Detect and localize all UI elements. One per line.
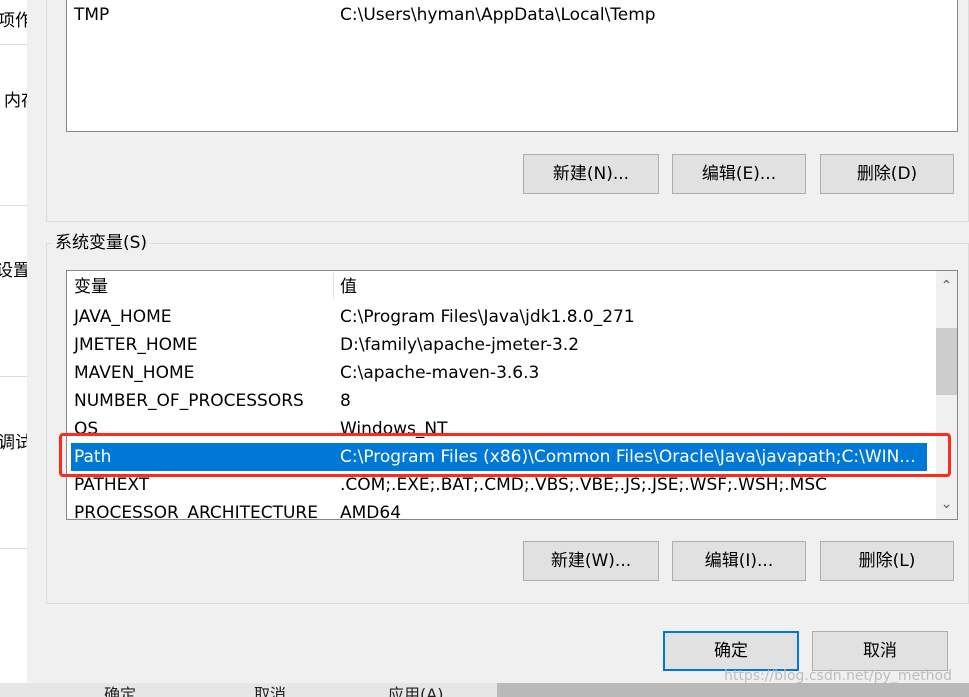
- bg-divider: [0, 376, 27, 377]
- table-row[interactable]: TMP C:\Users\hyman\AppData\Local\Temp: [67, 1, 957, 29]
- variable-value: C:\Program Files\Java\jdk1.8.0_271: [340, 307, 635, 327]
- bg-cancel-fragment: 取消: [254, 685, 287, 697]
- bg-ok-fragment: 确定: [104, 685, 137, 697]
- environment-variables-dialog: TMP C:\Users\hyman\AppData\Local\Temp 新建…: [27, 0, 969, 683]
- user-variables-list[interactable]: TMP C:\Users\hyman\AppData\Local\Temp: [66, 0, 958, 132]
- bg-text-fragment: 内存: [4, 91, 27, 111]
- variable-name: NUMBER_OF_PROCESSORS: [74, 391, 304, 411]
- table-row[interactable]: JAVA_HOME C:\Program Files\Java\jdk1.8.0…: [67, 303, 937, 331]
- user-delete-button[interactable]: 删除(D): [820, 154, 954, 194]
- background-window: 项作 内存 设置 调试信: [0, 0, 28, 697]
- user-edit-button[interactable]: 编辑(E)...: [672, 154, 806, 194]
- bg-divider: [0, 44, 27, 45]
- highlight-annotation: [59, 433, 951, 477]
- header-value[interactable]: 值: [340, 273, 357, 301]
- variable-value: D:\family\apache-jmeter-3.2: [340, 335, 580, 355]
- variable-value: C:\Users\hyman\AppData\Local\Temp: [340, 5, 656, 25]
- bg-text-fragment: 设置: [0, 256, 27, 281]
- variable-value: AMD64: [340, 503, 402, 520]
- variable-value: C:\apache-maven-3.6.3: [340, 363, 540, 383]
- scroll-thumb[interactable]: [936, 328, 957, 395]
- header-variable[interactable]: 变量: [74, 273, 108, 301]
- variable-name: PROCESSOR_ARCHITECTURE: [74, 503, 318, 520]
- table-row[interactable]: NUMBER_OF_PROCESSORS 8: [67, 387, 937, 415]
- variable-name: TMP: [74, 5, 110, 25]
- list-header: 变量 值: [67, 273, 937, 301]
- user-new-button[interactable]: 新建(N)...: [523, 154, 659, 194]
- cancel-button[interactable]: 取消: [812, 631, 948, 671]
- system-variables-list[interactable]: 变量 值 JAVA_HOME C:\Program Files\Java\jdk…: [66, 270, 958, 520]
- bg-dark-area: [497, 683, 969, 697]
- ok-button[interactable]: 确定: [663, 631, 799, 671]
- table-row[interactable]: JMETER_HOME D:\family\apache-jmeter-3.2: [67, 331, 937, 359]
- background-button-strip: 确定 取消 应用(A): [0, 683, 969, 697]
- variable-value: 8: [340, 391, 351, 411]
- system-delete-button[interactable]: 删除(L): [820, 541, 954, 581]
- bg-text-fragment: 调试信: [0, 428, 27, 453]
- system-new-button[interactable]: 新建(W)...: [523, 541, 659, 581]
- system-edit-button[interactable]: 编辑(I)...: [672, 541, 806, 581]
- column-divider[interactable]: [333, 273, 334, 299]
- bg-divider: [0, 548, 27, 549]
- vertical-scrollbar[interactable]: ⌃ ⌄: [936, 271, 957, 519]
- variable-name: MAVEN_HOME: [74, 363, 195, 383]
- scroll-up-icon[interactable]: ⌃: [936, 275, 957, 297]
- bg-divider: [0, 205, 27, 206]
- table-row[interactable]: PROCESSOR_ARCHITECTURE AMD64: [67, 499, 937, 520]
- system-variables-title: 系统变量(S): [52, 233, 151, 253]
- bg-text-fragment: 项作: [0, 6, 27, 31]
- table-row[interactable]: MAVEN_HOME C:\apache-maven-3.6.3: [67, 359, 937, 387]
- variable-name: JMETER_HOME: [74, 335, 198, 355]
- variable-name: JAVA_HOME: [74, 307, 172, 327]
- scroll-down-icon[interactable]: ⌄: [936, 493, 957, 515]
- bg-apply-fragment: 应用(A): [388, 685, 444, 697]
- watermark: https://blog.csdn.net/py_method: [724, 668, 952, 684]
